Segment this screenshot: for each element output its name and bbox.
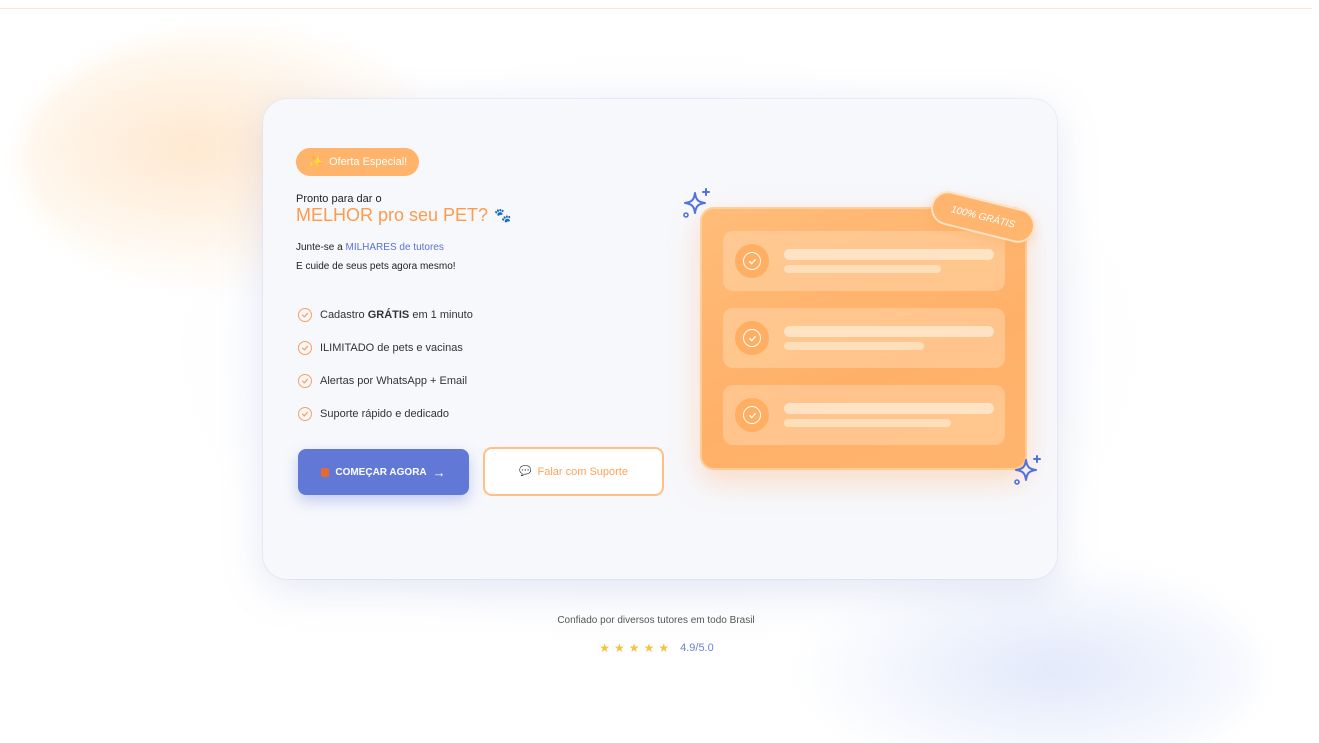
feature-list: Cadastro GRÁTIS em 1 minuto ILIMITADO de… <box>298 298 473 430</box>
chat-bubble-icon: 💬 <box>519 466 532 477</box>
star-icon: ★ <box>599 641 611 655</box>
feature-label: Suporte rápido e dedicado <box>320 407 450 420</box>
feature-label: Cadastro GRÁTIS em 1 minuto <box>320 308 473 321</box>
door-icon <box>321 467 330 477</box>
placeholder-bar <box>784 326 994 337</box>
placeholder-bar <box>784 419 951 427</box>
rating: ★ ★ ★ ★ ★ 4.9/5.0 <box>0 641 1312 655</box>
check-circle-icon <box>298 406 312 421</box>
arrow-right-icon: → <box>432 464 446 480</box>
talk-to-support-button[interactable]: 💬 Falar com Suporte <box>483 447 664 496</box>
feature-item: Suporte rápido e dedicado <box>298 397 473 430</box>
placeholder-bar <box>784 265 941 273</box>
start-now-button[interactable]: COMEÇAR AGORA → <box>298 449 469 495</box>
check-circle-icon <box>743 406 761 424</box>
badge-label: Oferta Especial! <box>328 156 408 168</box>
feature-label: Alertas por WhatsApp + Email <box>320 374 468 387</box>
check-circle-icon <box>298 340 312 355</box>
feature-item: Alertas por WhatsApp + Email <box>298 364 473 397</box>
feature-label: ILIMITADO de pets e vacinas <box>320 341 463 354</box>
placeholder-bar <box>784 403 994 414</box>
headline: MELHOR pro seu PET? 🐾 <box>296 205 512 226</box>
check-circle-icon <box>743 252 761 270</box>
check-circle-icon <box>298 307 312 322</box>
special-offer-badge: ✨ Oferta Especial! <box>296 148 420 176</box>
join-prefix: Junte-se a <box>296 242 346 253</box>
care-text: E cuide de seus pets agora mesmo! <box>296 261 456 272</box>
checklist-illustration <box>700 207 1027 470</box>
feature-item: Cadastro GRÁTIS em 1 minuto <box>298 298 473 331</box>
paw-icon: 🐾 <box>494 207 512 223</box>
trust-text: Confiado por diversos tutores em todo Br… <box>557 615 755 626</box>
intro-text: Pronto para dar o <box>296 193 382 205</box>
join-text: Junte-se a MILHARES de tutores <box>296 242 444 253</box>
placeholder-bar <box>784 342 924 350</box>
rating-score: 4.9/5.0 <box>680 642 714 654</box>
top-divider <box>0 8 1312 9</box>
placeholder-bar <box>784 249 994 260</box>
check-circle-icon <box>298 373 312 388</box>
star-icon: ★ <box>658 641 670 655</box>
star-icon: ★ <box>614 641 625 655</box>
star-icon: ★ <box>628 641 640 655</box>
headline-text: MELHOR pro seu PET? <box>296 205 489 225</box>
sparkles-icon: ✨ <box>308 155 323 169</box>
cta-card: ✨ Oferta Especial! Pronto para dar o MEL… <box>263 99 1057 579</box>
sparkle-icon <box>1011 454 1045 493</box>
check-circle-icon <box>743 329 761 347</box>
feature-item: ILIMITADO de pets e vacinas <box>298 331 473 364</box>
checklist-row <box>723 385 1005 445</box>
star-icon: ★ <box>643 641 655 655</box>
start-now-label: COMEÇAR AGORA <box>335 466 427 478</box>
join-accent: MILHARES de tutores <box>345 242 444 253</box>
checklist-row <box>723 308 1005 368</box>
talk-to-support-label: Falar com Suporte <box>537 465 628 478</box>
checklist-row <box>723 231 1005 291</box>
